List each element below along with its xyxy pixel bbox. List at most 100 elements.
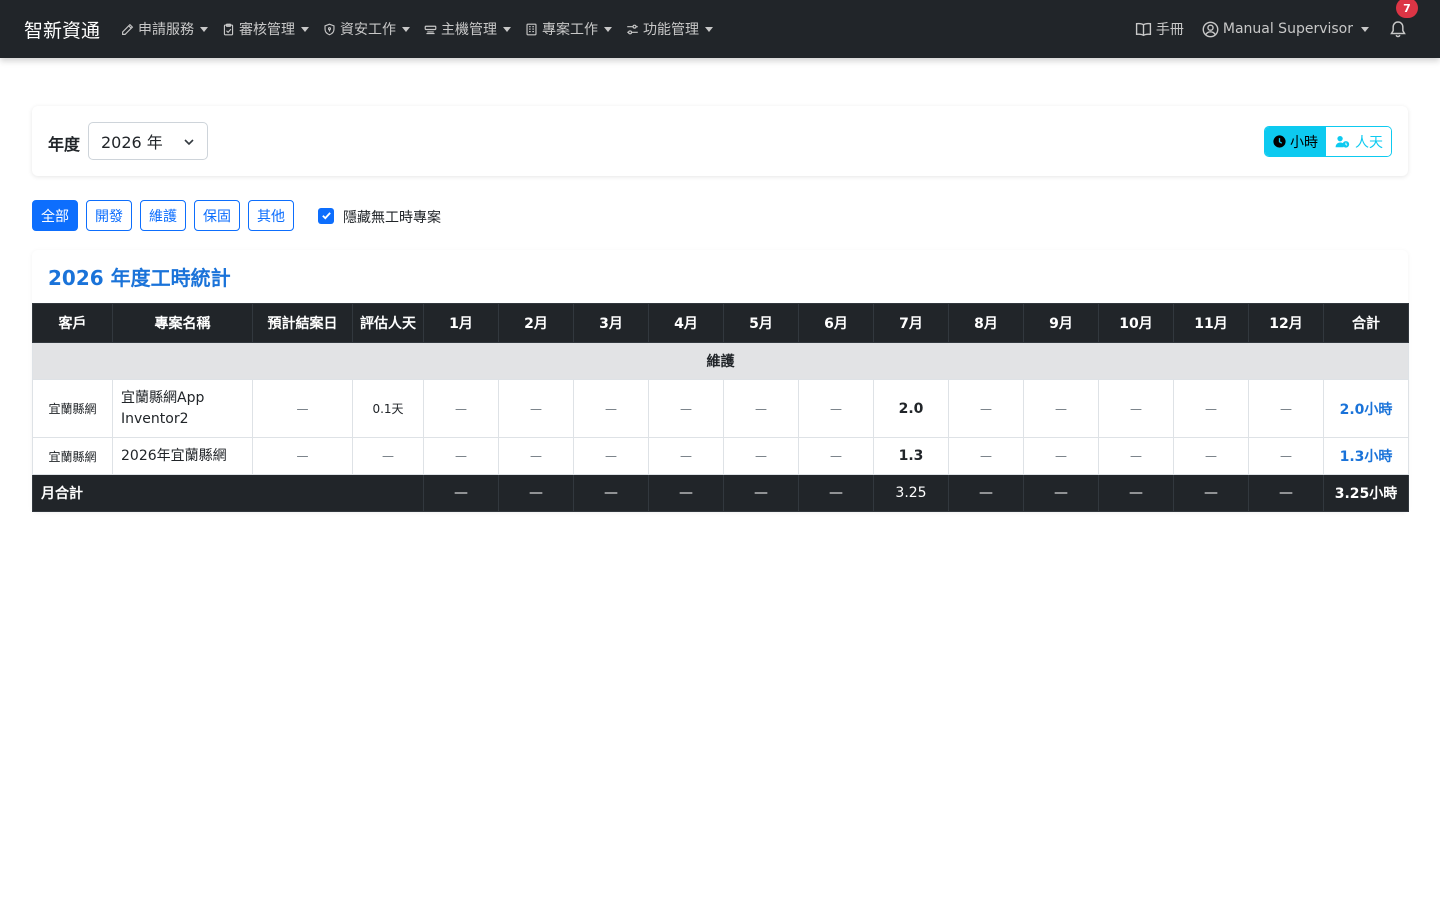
project-name-line: 2026年宜蘭縣網 (121, 447, 227, 464)
category-development-button[interactable]: 開發 (86, 200, 132, 231)
menu-project-work[interactable]: 專案工作 (518, 0, 619, 58)
table-row: 宜蘭縣網 2026年宜蘭縣網 — — — — — — — — 1.3 — — —… (32, 437, 1409, 475)
estimate-cell: — (352, 437, 424, 475)
group-row: 維護 (32, 342, 1409, 380)
column-header: 評估人天 (352, 303, 424, 343)
notification-button[interactable]: 7 (1376, 0, 1420, 58)
main-menu: 申請服務 審核管理 資安工作 主機管理 專案工作 功能管理 (114, 0, 720, 58)
caret-down-icon (604, 26, 613, 32)
month-cell: — (648, 437, 724, 475)
table-header-row: 客戶 專案名稱 預計結案日 評估人天 1月 2月 3月 4月 5月 6月 7月 … (32, 303, 1409, 343)
menu-security-work[interactable]: 資安工作 (316, 0, 417, 58)
table-row: 宜蘭縣網 宜蘭縣網App Inventor2 — 0.1天 — — — — — —… (32, 379, 1409, 438)
client-cell: 宜蘭縣網 (32, 437, 113, 475)
category-other-button[interactable]: 其他 (248, 200, 294, 231)
notification-badge: 7 (1396, 0, 1418, 18)
unit-days-button[interactable]: 人天 (1326, 127, 1391, 156)
menu-label: 資安工作 (340, 22, 397, 38)
month-cell: — (798, 379, 874, 438)
category-filter-row: 全部 開發 維護 保固 其他 隱藏無工時專案 (32, 200, 441, 231)
column-header: 預計結案日 (252, 303, 353, 343)
month-cell: — (1023, 437, 1099, 475)
monthly-total-label: 月合計 (32, 474, 424, 512)
user-name: Manual Supervisor (1222, 21, 1353, 37)
project-cell[interactable]: 宜蘭縣網App Inventor2 (112, 379, 253, 438)
column-header: 合計 (1323, 303, 1409, 343)
month-cell: — (723, 437, 799, 475)
hide-empty-checkbox[interactable] (318, 207, 334, 224)
monthly-total-row: 月合計 — — — — — — 3.25 — — — — — 3.25小時 (32, 474, 1409, 512)
month-cell: — (948, 379, 1024, 438)
hours-table: 客戶 專案名稱 預計結案日 評估人天 1月 2月 3月 4月 5月 6月 7月 … (32, 303, 1409, 512)
column-header: 5月 (723, 303, 799, 343)
month-cell: — (648, 379, 724, 438)
clock-icon (1273, 135, 1286, 148)
navbar-right: 手冊 Manual Supervisor 7 (1128, 0, 1440, 58)
menu-label: 審核管理 (239, 22, 296, 38)
due-date-cell: — (252, 379, 353, 438)
month-cell: — (1098, 379, 1174, 438)
month-cell: — (1173, 379, 1249, 438)
user-menu[interactable]: Manual Supervisor (1195, 0, 1376, 58)
menu-label: 主機管理 (441, 22, 498, 38)
month-cell: — (1098, 437, 1174, 475)
month-cell: — (498, 437, 574, 475)
column-header: 4月 (648, 303, 724, 343)
month-cell: — (723, 379, 799, 438)
filter-card: 年度 2026 年 小時 人天 (32, 106, 1408, 176)
project-cell[interactable]: 2026年宜蘭縣網 (112, 437, 253, 475)
category-warranty-button[interactable]: 保固 (194, 200, 240, 231)
manual-link[interactable]: 手冊 (1128, 0, 1191, 58)
category-maintenance-button[interactable]: 維護 (140, 200, 186, 231)
stats-title: 2026 年度工時統計 (48, 266, 231, 290)
month-cell: — (948, 437, 1024, 475)
edit-icon (122, 23, 134, 35)
user-clock-icon (1335, 135, 1350, 148)
monthly-total-cell: 3.25 (873, 474, 949, 512)
month-cell: — (423, 437, 499, 475)
due-date-cell: — (252, 437, 353, 475)
monthly-total-cell: — (723, 474, 799, 512)
year-value: 2026 年 (101, 133, 163, 152)
month-cell: — (798, 437, 874, 475)
month-cell: — (1023, 379, 1099, 438)
month-cell: — (498, 379, 574, 438)
column-header: 10月 (1098, 303, 1174, 343)
client-cell: 宜蘭縣網 (32, 379, 113, 438)
grand-total-cell: 3.25小時 (1323, 474, 1409, 512)
category-all-button[interactable]: 全部 (32, 200, 78, 231)
year-select[interactable]: 2026 年 (88, 122, 208, 160)
book-icon (1135, 22, 1151, 36)
manual-label: 手冊 (1155, 22, 1184, 38)
unit-days-label: 人天 (1355, 134, 1383, 151)
caret-down-icon (705, 26, 714, 32)
brand-logo[interactable]: 智新資通 (24, 16, 100, 43)
month-cell: — (573, 437, 649, 475)
column-header: 客戶 (32, 303, 113, 343)
month-cell: — (1248, 379, 1324, 438)
menu-review-management[interactable]: 審核管理 (215, 0, 316, 58)
column-header: 2月 (498, 303, 574, 343)
menu-label: 申請服務 (138, 22, 195, 38)
menu-host-management[interactable]: 主機管理 (417, 0, 518, 58)
menu-function-management[interactable]: 功能管理 (619, 0, 720, 58)
month-cell: 2.0 (873, 379, 949, 438)
hide-empty-toggle[interactable]: 隱藏無工時專案 (318, 205, 441, 227)
estimate-cell: 0.1天 (352, 379, 424, 438)
caret-down-icon (402, 26, 411, 32)
monthly-total-cell: — (573, 474, 649, 512)
month-cell: 1.3 (873, 437, 949, 475)
column-header: 11月 (1173, 303, 1249, 343)
monthly-total-cell: — (1173, 474, 1249, 512)
router-icon (424, 25, 437, 34)
unit-hours-button[interactable]: 小時 (1265, 127, 1326, 156)
month-cell: — (1173, 437, 1249, 475)
unit-hours-label: 小時 (1290, 134, 1318, 151)
chevron-down-icon (184, 139, 194, 146)
monthly-total-cell: — (948, 474, 1024, 512)
unit-toggle: 小時 人天 (1264, 126, 1392, 157)
monthly-total-cell: — (423, 474, 499, 512)
monthly-total-cell: — (498, 474, 574, 512)
menu-apply-services[interactable]: 申請服務 (114, 0, 215, 58)
group-label: 維護 (32, 342, 1409, 380)
